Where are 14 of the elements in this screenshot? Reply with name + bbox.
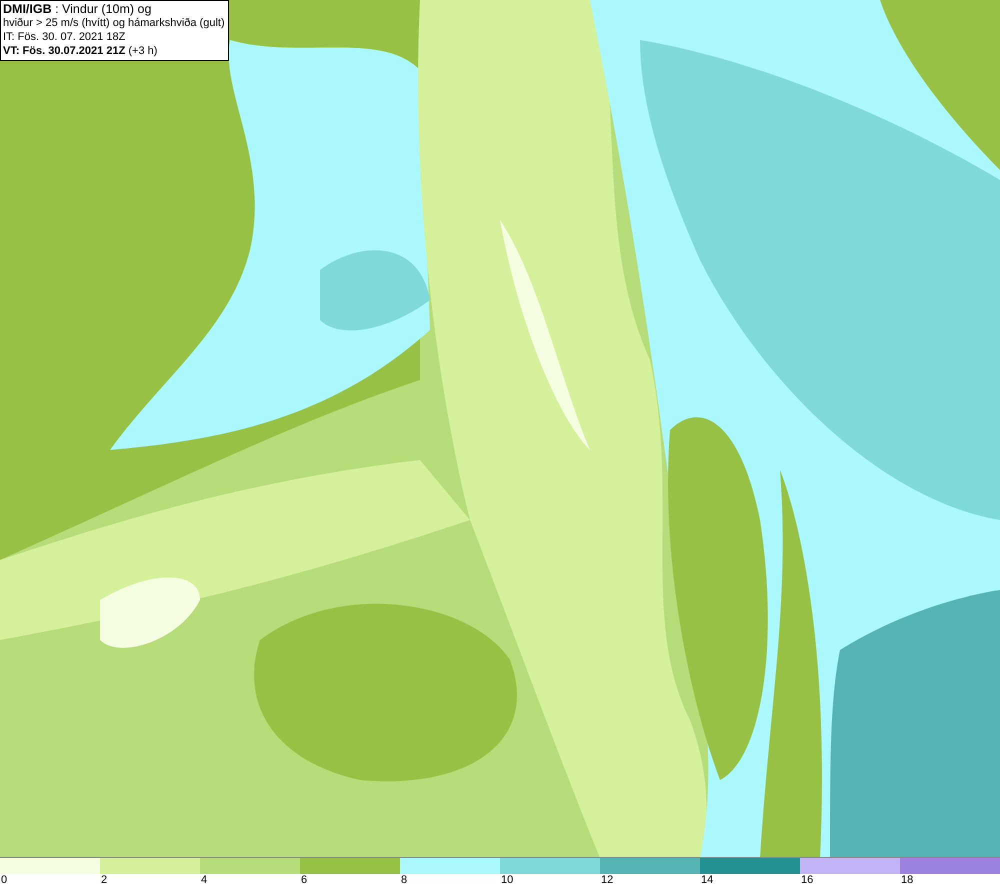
title-line: VT: Fös. 30.07.2021 21Z (+3 h) [3, 44, 158, 58]
title-line: IT: Fös. 30. 07. 2021 18Z [3, 30, 126, 44]
legend-label: 18 [900, 874, 914, 887]
legend-label: 16 [800, 874, 814, 887]
legend-label: 8 [400, 874, 408, 887]
title-line: hviður > 25 m/s (hvítt) og hámarkshviða (gult) [3, 16, 225, 30]
legend-label: 14 [700, 874, 714, 887]
legend-label: 0 [0, 874, 8, 887]
legend-label: 4 [200, 874, 208, 887]
legend-label: 6 [300, 874, 308, 887]
legend-label: 2 [100, 874, 108, 887]
legend-label: 12 [600, 874, 614, 887]
legend-label: 10 [500, 874, 514, 887]
title-line: DMI/IGB : Vindur (10m) og [3, 2, 152, 16]
